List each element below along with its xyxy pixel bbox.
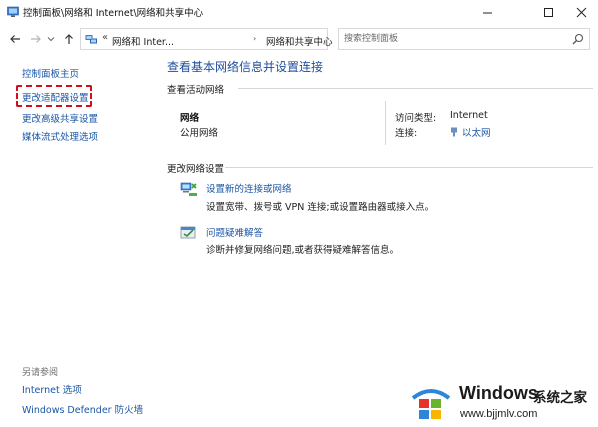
sidebar-item-control-panel-home[interactable]: 控制面板主页	[22, 66, 79, 80]
maximize-icon	[543, 7, 553, 17]
active-networks-heading: 查看活动网络	[167, 85, 225, 96]
sidebar-item-advanced-sharing[interactable]: 更改高级共享设置	[22, 111, 98, 125]
breadcrumb-separator[interactable]: ›	[253, 34, 256, 43]
window-title: 控制面板\网络和 Internet\网络和共享中心	[23, 8, 204, 19]
search-box[interactable]	[338, 28, 590, 50]
arrow-left-icon	[10, 35, 20, 43]
search-input[interactable]	[344, 32, 564, 46]
connection-label: 连接:	[395, 128, 418, 139]
network-setup-icon	[180, 182, 197, 196]
back-button[interactable]	[7, 31, 23, 47]
watermark-site-name: 系统之家	[533, 390, 587, 406]
navigation-bar: « 网络和 Inter... › 网络和共享中心	[0, 24, 598, 54]
arrow-up-icon	[65, 34, 73, 44]
watermark-url: www.bjjmlv.com	[460, 408, 538, 420]
minimize-button[interactable]	[470, 0, 504, 24]
network-name: 网络	[180, 113, 200, 124]
divider	[385, 101, 386, 145]
connection-link[interactable]: 以太网	[450, 125, 491, 139]
maximize-button[interactable]	[531, 0, 565, 24]
sidebar: 控制面板主页 更改适配器设置 更改高级共享设置 媒体流式处理选项 另请参阅 In…	[0, 54, 155, 427]
close-icon	[576, 7, 586, 17]
see-also-firewall[interactable]: Windows Defender 防火墙	[22, 402, 143, 416]
setup-connection-link[interactable]: 设置新的连接或网络	[206, 181, 292, 195]
control-panel-icon	[7, 6, 19, 17]
forward-button[interactable]	[28, 31, 44, 47]
main-content: 查看基本网络信息并设置连接 查看活动网络 网络 公用网络 访问类型: Inter…	[155, 54, 598, 427]
troubleshoot-link[interactable]: 问题疑难解答	[206, 225, 263, 239]
network-profile: 公用网络	[180, 128, 219, 139]
sidebar-item-change-adapter-settings[interactable]: 更改适配器设置	[22, 90, 89, 104]
arrow-right-icon	[31, 35, 41, 43]
connection-value[interactable]: 以太网	[462, 128, 491, 139]
divider	[238, 88, 593, 89]
up-button[interactable]	[61, 31, 77, 47]
network-folder-icon	[85, 35, 97, 44]
title-bar: 控制面板\网络和 Internet\网络和共享中心	[0, 0, 598, 24]
sidebar-item-media-streaming[interactable]: 媒体流式处理选项	[22, 129, 98, 143]
access-type-value: Internet	[450, 110, 488, 121]
breadcrumb-overflow[interactable]: «	[102, 32, 108, 43]
troubleshoot-description: 诊断并修复网络问题,或者获得疑难解答信息。	[206, 245, 400, 256]
minimize-icon	[482, 12, 492, 13]
search-icon[interactable]	[572, 33, 584, 45]
breadcrumb-network-internet[interactable]: 网络和 Inter...	[112, 34, 174, 48]
page-title: 查看基本网络信息并设置连接	[167, 60, 324, 74]
watermark: Windows 系统之家 www.bjjmlv.com	[410, 378, 598, 427]
breadcrumb-sharing-center[interactable]: 网络和共享中心	[266, 34, 333, 48]
change-settings-heading: 更改网络设置	[167, 164, 225, 175]
chevron-down-icon	[47, 37, 55, 42]
setup-connection-description: 设置宽带、拨号或 VPN 连接;或设置路由器或接入点。	[206, 202, 435, 213]
ethernet-icon	[451, 127, 457, 137]
see-also-heading: 另请参阅	[22, 368, 59, 378]
close-button[interactable]	[564, 0, 598, 24]
divider	[225, 167, 593, 168]
access-type-label: 访问类型:	[395, 113, 437, 124]
windows-logo-icon	[411, 389, 451, 419]
recent-locations-button[interactable]	[45, 31, 57, 47]
see-also-internet-options[interactable]: Internet 选项	[22, 382, 82, 396]
troubleshoot-icon	[180, 226, 196, 239]
address-bar[interactable]: « 网络和 Inter... › 网络和共享中心	[80, 28, 399, 50]
watermark-brand: Windows	[459, 383, 538, 403]
